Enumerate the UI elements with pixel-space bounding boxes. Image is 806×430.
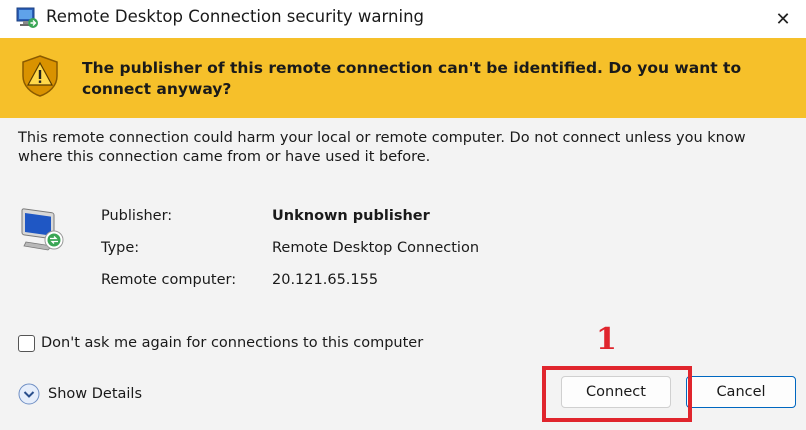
publisher-label: Publisher:: [101, 208, 173, 224]
close-icon: ✕: [775, 8, 791, 30]
remote-desktop-connection-icon: [21, 208, 64, 251]
annotation-highlight-box: [542, 366, 692, 422]
title-bar: Remote Desktop Connection security warni…: [0, 0, 806, 38]
security-description: This remote connection could harm your l…: [18, 130, 746, 165]
show-details-toggle[interactable]: Show Details: [18, 382, 142, 406]
cancel-button[interactable]: Cancel: [686, 376, 796, 408]
show-details-label[interactable]: Show Details: [48, 386, 142, 402]
dont-ask-again-label[interactable]: Don't ask me again for connections to th…: [41, 335, 423, 351]
warning-message: The publisher of this remote connection …: [82, 59, 742, 98]
annotation-step-number: 1: [596, 322, 617, 357]
remote-computer-value: 20.121.65.155: [272, 272, 379, 288]
type-value: Remote Desktop Connection: [272, 240, 480, 256]
warning-shield-icon: [22, 55, 58, 97]
publisher-value: Unknown publisher: [272, 208, 430, 224]
dont-ask-again-checkbox[interactable]: [18, 334, 35, 352]
type-label: Type:: [101, 240, 140, 256]
window-title: Remote Desktop Connection security warni…: [46, 7, 425, 26]
close-button[interactable]: ✕: [760, 0, 806, 38]
remote-computer-label: Remote computer:: [101, 272, 237, 288]
dont-ask-again-option[interactable]: Don't ask me again for connections to th…: [18, 332, 423, 354]
remote-desktop-icon: [16, 7, 38, 28]
chevron-down-circle-icon[interactable]: [18, 383, 40, 405]
warning-banner: The publisher of this remote connection …: [0, 38, 806, 118]
